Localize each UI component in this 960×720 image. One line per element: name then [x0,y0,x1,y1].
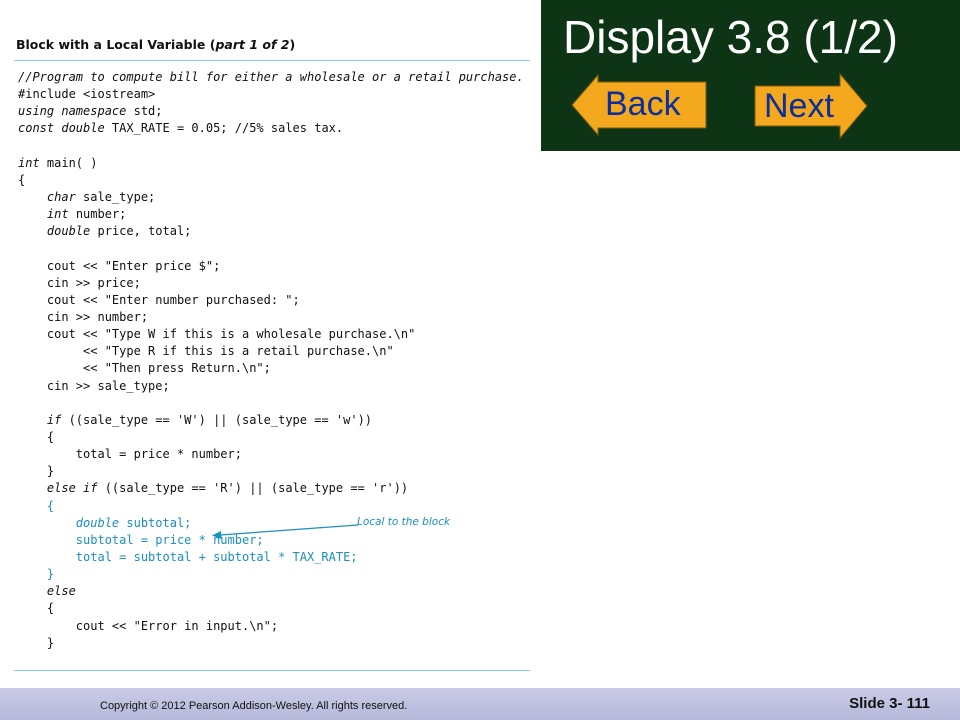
code-line: cout << "Enter price $"; [18,258,221,273]
footer-bar: Copyright © 2012 Pearson Addison-Wesley.… [0,688,960,720]
annotation-label: Local to the block [357,516,451,528]
annotation-arrow-icon [212,524,359,539]
back-button-label: Back [605,85,681,123]
code-listing: //Program to compute bill for either a w… [18,69,524,652]
back-button[interactable]: Back [571,74,707,136]
slide-number: Slide 3- 111 [849,695,930,712]
next-button-label: Next [764,87,834,125]
code-panel: Block with a Local Variable (part 1 of 2… [14,0,530,672]
next-button[interactable]: Next [754,73,868,139]
code-line: #include <iostream> [18,87,156,102]
code-line: cout << "Error in input.\n"; [18,618,279,633]
code-line: int main( ) [18,155,98,170]
code-line: const double TAX_RATE = 0.05; //5% sales… [18,121,344,136]
code-line: else [46,584,76,599]
panel-title: Block with a Local Variable (part 1 of 2… [16,37,295,52]
code-line: { [18,601,55,616]
slide-header: Display 3.8 (1/2) Back Next [541,0,960,151]
code-line: { [18,172,26,187]
slide-title: Display 3.8 (1/2) [563,11,898,63]
code-line: cin >> price; [18,275,141,290]
code-line: //Program to compute bill for either a w… [18,70,524,84]
code-line: using namespace std; [18,104,163,119]
panel-title-italic: part 1 of 2 [215,37,290,52]
code-line: cin >> sale_type; [18,378,170,393]
code-line: int number; [46,207,127,222]
code-line: total = price * number; [18,447,242,462]
code-line: { [18,429,55,444]
code-line: cin >> number; [18,309,149,324]
code-line: else if ((sale_type == 'R') || (sale_typ… [46,481,409,496]
top-rule [14,60,530,61]
code-line: cout << "Type W if this is a wholesale p… [18,327,416,342]
bottom-rule [14,670,530,671]
code-line: } [18,635,55,650]
code-line-highlight: } [18,567,55,582]
code-line: } [18,464,55,479]
code-line: << "Then press Return.\n"; [18,361,271,376]
code-line-highlight: { [18,498,55,513]
copyright-text: Copyright © 2012 Pearson Addison-Wesley.… [100,700,408,712]
panel-title-end: ) [289,37,296,52]
code-line: char sale_type; [46,189,156,204]
code-line: << "Type R if this is a retail purchase.… [18,344,394,359]
code-line: if ((sale_type == 'W') || (sale_type == … [46,412,373,427]
code-line: cout << "Enter number purchased: "; [18,292,300,307]
code-line: double price, total; [46,224,192,239]
panel-title-text: Block with a Local Variable ( [16,37,216,52]
code-line-highlight: total = subtotal + subtotal * TAX_RATE; [18,549,358,564]
